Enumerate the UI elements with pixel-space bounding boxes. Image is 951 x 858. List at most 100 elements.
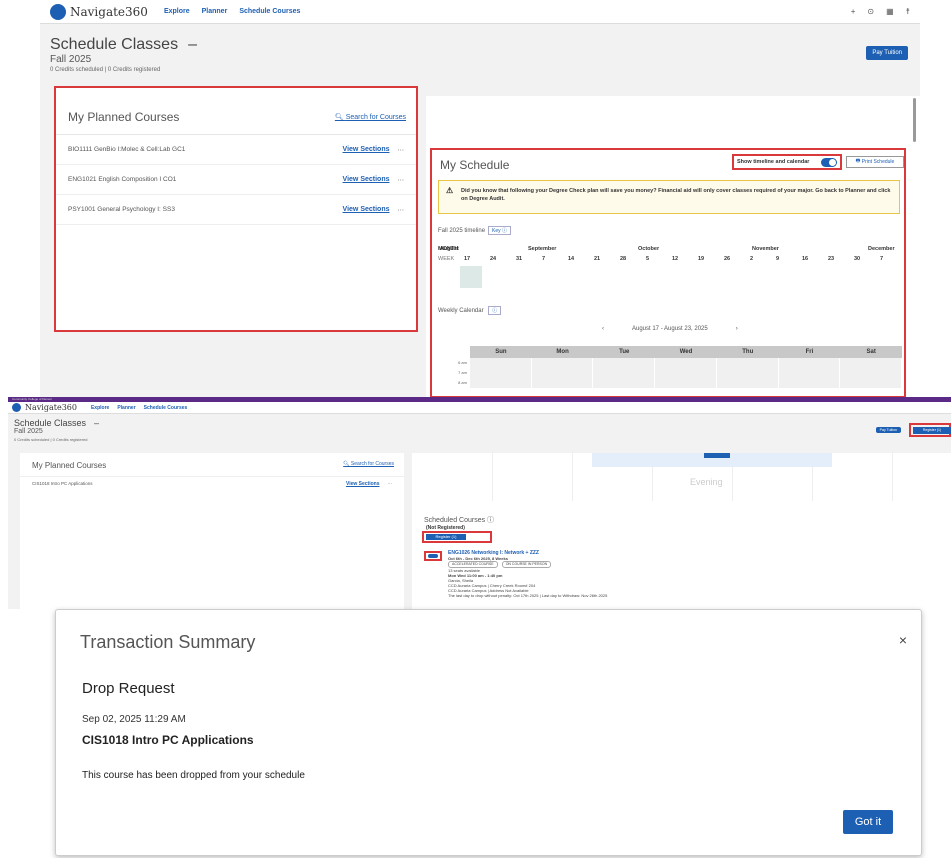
pay-tuition-button[interactable]: Pay Tuition [875,427,901,433]
weekly-info-icon[interactable]: ⓘ [488,306,502,315]
week-label[interactable]: 7 [880,256,883,262]
modal-title: Transaction Summary [80,632,256,652]
planned-course-row: ENG1021 English Composition I CO1 View S… [56,165,416,195]
more-options-icon[interactable]: ⋯ [398,206,405,214]
planned-courses-title: My Planned Courses [68,110,180,124]
view-sections-link[interactable]: View Sections [346,481,380,487]
schedule-box: My Schedule Show timeline and calendar 🖶… [430,148,906,398]
week-label[interactable]: 23 [828,256,834,262]
nav-planner[interactable]: Planner [117,405,135,411]
register-button-highlight: Register (1) [422,531,492,543]
prev-week-icon[interactable]: ‹ [602,326,604,332]
week-navigator: ‹ August 17 - August 23, 2025 › [602,326,738,332]
schedule-classes-view: Navigate360 Explore Planner Schedule Cou… [40,0,920,398]
week-label[interactable]: 5 [646,256,649,262]
page-title: Schedule Classes – [14,418,100,428]
nav-explore[interactable]: Explore [164,8,190,15]
course-select-toggle[interactable] [428,554,438,558]
planned-courses-header: My Planned Courses 🔍︎ Search for Courses [56,88,416,135]
scheduled-courses-panel: Evening Scheduled Courses ⓘ (Not Registe… [412,453,951,609]
next-week-icon[interactable]: › [736,326,738,332]
user-icon[interactable]: ☨ [906,7,910,16]
register-top-button[interactable]: Register (1) [913,427,951,434]
evening-label: Evening [690,477,723,487]
current-week-highlight [460,266,482,288]
week-label[interactable]: 9 [776,256,779,262]
toggle-switch[interactable] [821,157,837,167]
navigate-logo-icon [12,403,21,412]
register-top-highlight: Register (1) [909,423,951,437]
page-title: Schedule Classes – [50,36,197,53]
more-options-icon[interactable]: ⋯ [388,481,393,487]
week-label[interactable]: 7 [542,256,545,262]
course-name: BIO1111 GenBio I:Molec & Cell:Lab GC1 [68,146,186,153]
scheduled-courses-title: Scheduled Courses ⓘ [424,517,495,524]
search-courses-link[interactable]: 🔍︎ Search for Courses [343,461,394,470]
week-label[interactable]: 24 [490,256,496,262]
week-label[interactable]: 31 [516,256,522,262]
nav-schedule-courses[interactable]: Schedule Courses [144,405,188,411]
nav-icons: + ⊙ ▦ ☨ [851,7,910,16]
weekly-calendar: Sun Mon Tue Wed Thu Fri Sat 6 am 7 am 8 … [442,346,903,396]
transaction-summary-modal: Transaction Summary × Drop Request Sep 0… [55,609,922,856]
calendar-header: Sun Mon Tue Wed Thu Fri Sat [442,346,902,358]
register-button[interactable]: Register (1) [426,534,466,540]
date-range: August 17 - August 23, 2025 [632,326,708,332]
toggle-label: Show timeline and calendar [737,159,810,165]
view-sections-link[interactable]: View Sections [343,176,390,183]
week-label[interactable]: 28 [620,256,626,262]
timeline-key-button[interactable]: Key ⓘ [488,226,512,235]
nav-schedule-courses[interactable]: Schedule Courses [239,8,300,15]
screenshot-composite: Navigate360 Explore Planner Schedule Cou… [0,0,951,858]
planned-courses-panel: My Planned Courses 🔍︎ Search for Courses… [20,453,404,609]
month-label: November [752,246,779,252]
week-label[interactable]: 12 [672,256,678,262]
nav-explore[interactable]: Explore [91,405,109,411]
planned-courses-title: My Planned Courses [32,461,107,470]
day-header: Sun [495,349,507,355]
scheduled-course-card: ENG1026 Networking I: Network + ZZZ Oct … [448,551,928,598]
request-type: Drop Request [82,680,175,697]
week-label[interactable]: 16 [802,256,808,262]
page-header: Schedule Classes – Fall 2025 0 Credits sc… [8,414,951,442]
plus-icon[interactable]: + [851,7,856,16]
dropped-course: CIS1018 Intro PC Applications [82,733,254,747]
week-label[interactable]: 14 [568,256,574,262]
week-label[interactable]: 26 [724,256,730,262]
time-label: 6 am [458,360,467,365]
my-schedule-panel: My Schedule Show timeline and calendar 🖶… [426,96,920,398]
close-icon[interactable]: × [899,632,907,648]
more-options-icon[interactable]: ⋯ [398,146,405,154]
day-header: Mon [556,349,569,355]
degree-check-alert: ⚠ Did you know that following your Degre… [438,180,900,214]
my-schedule-title: My Schedule [440,158,510,172]
nav-planner[interactable]: Planner [202,8,228,15]
week-label[interactable]: 21 [594,256,600,262]
view-sections-link[interactable]: View Sections [343,206,390,213]
week-label[interactable]: 17 [464,256,470,262]
timeline-label: Fall 2025 timeline Key ⓘ [438,226,512,235]
pay-tuition-button[interactable]: Pay Tuition [866,46,908,60]
credits-summary: 0 Credits scheduled | 0 Credits register… [14,437,88,442]
view-sections-link[interactable]: View Sections [343,146,390,153]
month-label: December [868,246,895,252]
more-options-icon[interactable]: ⋯ [398,176,405,184]
month-header: MONTH: August [438,246,459,252]
scrollbar[interactable] [913,98,916,142]
calendar-event[interactable] [592,453,832,467]
course-pill: ON COURSE IN PERSON [501,561,552,568]
apps-icon[interactable]: ▦ [886,7,894,16]
weekly-calendar-partial: Evening [432,453,932,501]
timeline-calendar-toggle[interactable]: Show timeline and calendar [732,154,842,170]
week-label[interactable]: 19 [698,256,704,262]
month-label: September [528,246,557,252]
print-schedule-button[interactable]: 🖶︎ Print Schedule [846,156,904,168]
course-select-highlight [424,551,442,561]
drop-deadlines: The last day to drop without penalty: Oc… [448,593,608,598]
week-label[interactable]: 30 [854,256,860,262]
help-icon[interactable]: ⊙ [867,7,874,16]
week-label[interactable]: 2 [750,256,753,262]
search-courses-link[interactable]: 🔍︎ Search for Courses [335,113,406,121]
got-it-button[interactable]: Got it [843,810,893,834]
month-label: October [638,246,660,252]
